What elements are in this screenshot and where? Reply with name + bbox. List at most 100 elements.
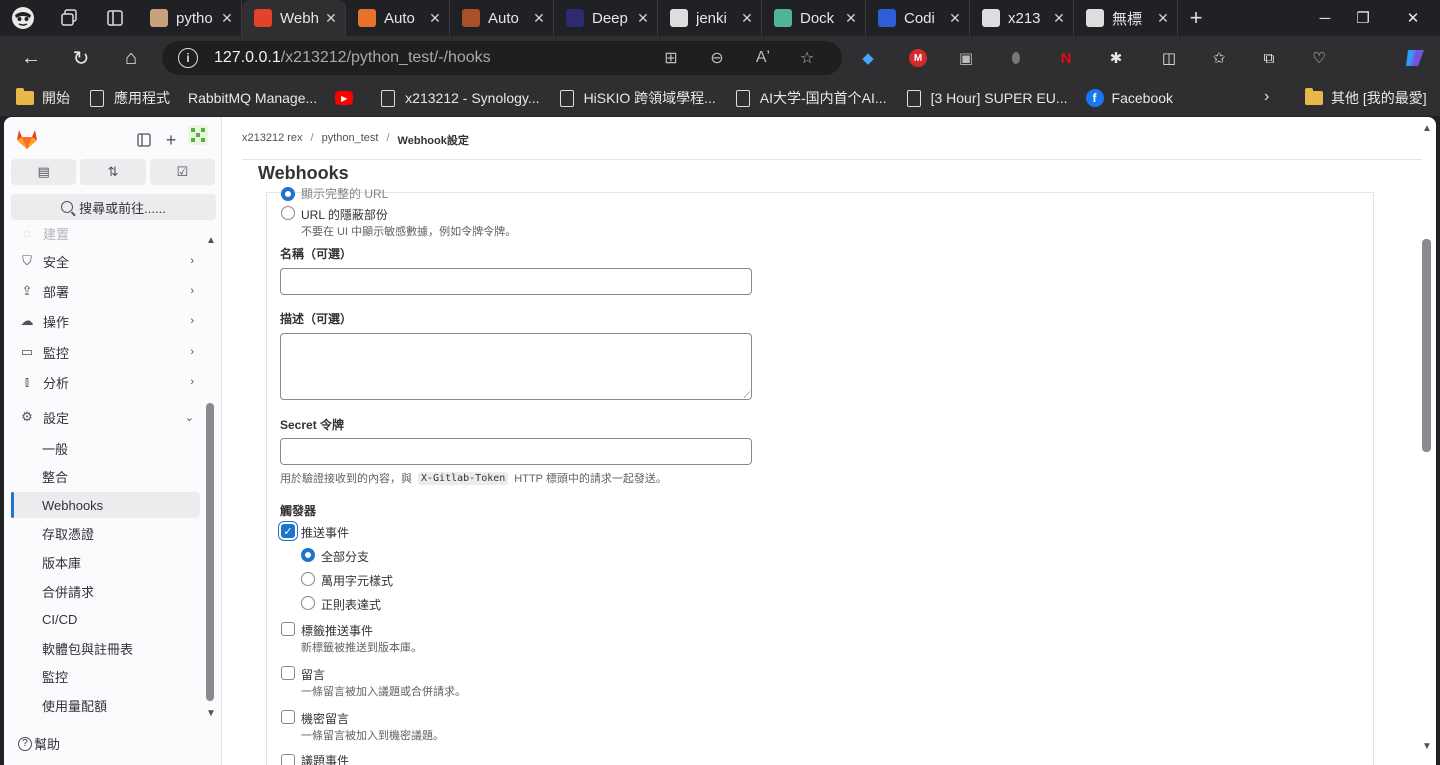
- site-info-icon[interactable]: i: [178, 48, 198, 68]
- mask-url-radio[interactable]: [281, 206, 295, 220]
- tab-close-icon[interactable]: ✕: [843, 10, 859, 27]
- sidebar-subitem[interactable]: 監控: [12, 664, 200, 690]
- refresh-button[interactable]: ↻: [58, 36, 104, 80]
- browser-tab[interactable]: x213 ✕: [970, 0, 1074, 36]
- regex-radio[interactable]: [301, 596, 315, 610]
- bookmark-item[interactable]: HiSKIO 跨領域學程...: [558, 88, 716, 108]
- favorite-star-icon[interactable]: ☆: [792, 41, 822, 75]
- mega-extension-icon[interactable]: M: [905, 46, 931, 70]
- browser-tab[interactable]: Dock ✕: [762, 0, 866, 36]
- push-events-checkbox[interactable]: ✓: [281, 524, 295, 538]
- bookmark-item[interactable]: AI大学-国内首个AI...: [734, 88, 887, 108]
- split-screen-icon[interactable]: ◫: [1156, 46, 1182, 70]
- sidebar-subitem[interactable]: 版本庫: [12, 549, 200, 575]
- sidebar-subitem[interactable]: 使用量配額: [12, 692, 200, 718]
- bookmark-item[interactable]: f Facebook: [1085, 89, 1173, 107]
- browser-tab[interactable]: Codi ✕: [866, 0, 970, 36]
- browser-tab[interactable]: Auto ✕: [450, 0, 554, 36]
- tag-push-events-checkbox[interactable]: [281, 622, 295, 636]
- page-scroll-up-icon[interactable]: ▲: [1422, 123, 1432, 134]
- create-new-icon[interactable]: +: [160, 129, 182, 151]
- tab-close-icon[interactable]: ✕: [739, 10, 755, 27]
- maximize-button[interactable]: ❐: [1340, 0, 1386, 36]
- sidebar-item[interactable]: ⛉ 安全 ›: [12, 247, 200, 275]
- tab-close-icon[interactable]: ✕: [531, 10, 547, 27]
- tab-close-icon[interactable]: ✕: [219, 10, 235, 27]
- screenshot-extension-icon[interactable]: ▣: [953, 46, 979, 70]
- tab-close-icon[interactable]: ✕: [947, 10, 963, 27]
- name-input[interactable]: [280, 268, 752, 295]
- issue-events-checkbox[interactable]: [281, 754, 295, 765]
- sidebar-subitem[interactable]: Webhooks: [11, 492, 200, 519]
- comments-checkbox[interactable]: [281, 666, 295, 680]
- sidebar-item[interactable]: ▭ 監控 ›: [12, 338, 200, 366]
- help-button[interactable]: ? 幫助: [18, 734, 60, 753]
- collections-icon[interactable]: ⧉: [1256, 46, 1282, 70]
- confidential-comments-checkbox[interactable]: [281, 710, 295, 724]
- page-scrollbar[interactable]: [1422, 239, 1431, 452]
- netflix-extension-icon[interactable]: N: [1053, 46, 1079, 70]
- user-avatar-icon[interactable]: [188, 125, 208, 145]
- wildcard-pattern-radio[interactable]: [301, 572, 315, 586]
- sidebar-subitem[interactable]: 軟體包與註冊表: [12, 635, 200, 661]
- sidebar-item-build[interactable]: ◌ 建置: [12, 223, 200, 247]
- tab-close-icon[interactable]: ✕: [1155, 10, 1171, 27]
- gem-extension-icon[interactable]: ◆: [855, 46, 881, 70]
- description-textarea[interactable]: [280, 333, 752, 401]
- search-button[interactable]: 搜尋或前往......: [11, 194, 216, 220]
- browser-tab[interactable]: Auto ✕: [346, 0, 450, 36]
- show-full-url-radio[interactable]: [281, 187, 295, 201]
- home-button[interactable]: ⌂: [108, 36, 154, 80]
- sidebar-item[interactable]: ☁ 操作 ›: [12, 307, 200, 335]
- browser-essentials-icon[interactable]: ♡: [1306, 46, 1332, 70]
- tab-close-icon[interactable]: ✕: [1051, 10, 1067, 27]
- bookmark-item[interactable]: x213212 - Synology...: [379, 89, 540, 107]
- sidebar-subitem[interactable]: 一般: [12, 435, 200, 461]
- vertical-tabs-icon[interactable]: [92, 0, 138, 36]
- secret-token-input[interactable]: [280, 438, 752, 465]
- browser-tab[interactable]: Deep ✕: [554, 0, 658, 36]
- tab-close-icon[interactable]: ✕: [427, 10, 443, 27]
- sidebar-subitem[interactable]: CI/CD: [12, 607, 200, 633]
- sidebar-subitem[interactable]: 整合: [12, 464, 200, 490]
- address-bar[interactable]: i 127.0.0.1/x213212/python_test/-/hooks …: [162, 41, 842, 75]
- app-available-icon[interactable]: ⊞: [656, 41, 686, 75]
- read-aloud-icon[interactable]: Aʼ: [748, 41, 778, 75]
- browser-tab[interactable]: pytho ✕: [138, 0, 242, 36]
- scroll-up-icon[interactable]: ▲: [205, 235, 217, 246]
- new-tab-button[interactable]: +: [1178, 0, 1214, 36]
- todo-icon[interactable]: ☑: [149, 159, 215, 185]
- workspaces-icon[interactable]: [46, 0, 92, 36]
- merge-requests-icon[interactable]: ⇅: [80, 159, 146, 185]
- breadcrumb-user[interactable]: x213212 rex: [242, 132, 303, 148]
- scroll-down-icon[interactable]: ▼: [205, 708, 217, 719]
- bookmark-item[interactable]: 應用程式: [88, 88, 170, 108]
- window-close-button[interactable]: ✕: [1390, 0, 1436, 36]
- bookmark-item[interactable]: RabbitMQ Manage...: [188, 89, 317, 107]
- bookmarks-overflow-chevron-icon[interactable]: ›: [1264, 88, 1269, 106]
- sidebar-subitem[interactable]: 合併請求: [12, 578, 200, 604]
- bookmark-item[interactable]: ▶: [335, 89, 361, 107]
- bookmark-item[interactable]: [3 Hour] SUPER EU...: [905, 89, 1068, 107]
- zoom-icon[interactable]: ⊖: [702, 41, 732, 75]
- tab-close-icon[interactable]: ✕: [323, 10, 339, 27]
- breadcrumb-current[interactable]: Webhook設定: [398, 132, 469, 148]
- favorites-icon[interactable]: ✩: [1206, 46, 1232, 70]
- issues-count-icon[interactable]: ▤: [11, 159, 77, 185]
- sidebar-subitem[interactable]: 存取憑證: [12, 521, 200, 547]
- breadcrumb-project[interactable]: python_test: [322, 132, 379, 148]
- bookmark-item[interactable]: 開始: [16, 88, 70, 108]
- other-bookmarks[interactable]: 其他 [我的最愛]: [1305, 88, 1427, 108]
- gitlab-logo-icon[interactable]: [15, 127, 39, 151]
- sidebar-item[interactable]: ⇪ 部署 ›: [12, 277, 200, 305]
- extensions-icon[interactable]: ✱: [1103, 46, 1129, 70]
- copilot-icon[interactable]: [1402, 46, 1428, 70]
- collapse-sidebar-icon[interactable]: [133, 129, 155, 151]
- profile-avatar-icon[interactable]: [0, 0, 46, 36]
- page-scroll-down-icon[interactable]: ▼: [1422, 741, 1432, 752]
- browser-tab[interactable]: Webh ✕: [242, 0, 346, 36]
- browser-tab[interactable]: jenki ✕: [658, 0, 762, 36]
- privacy-extension-icon[interactable]: ⬮: [1003, 46, 1029, 70]
- tab-close-icon[interactable]: ✕: [635, 10, 651, 27]
- sidebar-item[interactable]: ⚙ 設定 ⌄: [12, 403, 200, 431]
